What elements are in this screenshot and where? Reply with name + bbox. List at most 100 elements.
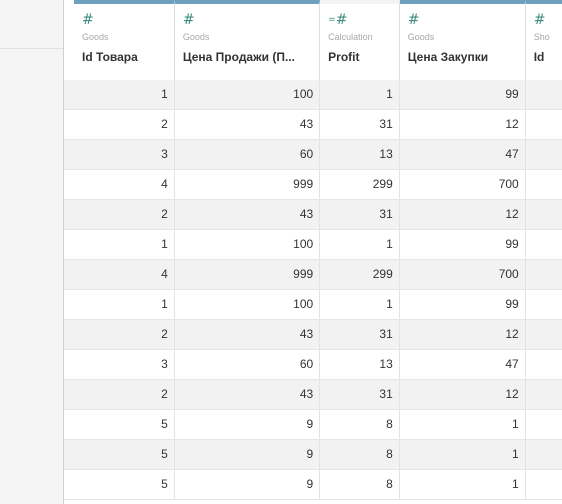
table-row[interactable]: 2 43 31 12	[64, 200, 562, 230]
table-cell[interactable]: 60	[175, 140, 321, 169]
table-cell[interactable]: 3	[74, 140, 175, 169]
table-row[interactable]: 4 999 299 700	[64, 170, 562, 200]
table-cell[interactable]: 999	[175, 170, 321, 199]
column-header-tsena-prodazhi[interactable]: # Goods Цена Продажи (П...	[174, 0, 321, 80]
table-cell[interactable]: 1	[74, 80, 175, 109]
table-cell[interactable]: 47	[400, 350, 526, 379]
table-row[interactable]: 3 60 13 47	[64, 350, 562, 380]
table-cell[interactable]: 2	[74, 110, 175, 139]
table-cell[interactable]: 31	[320, 320, 400, 349]
row-gutter	[64, 230, 74, 259]
table-cell[interactable]: 8	[320, 440, 400, 469]
table-row[interactable]: 4 999 299 700	[64, 260, 562, 290]
table-cell[interactable]: 43	[175, 200, 321, 229]
table-cell[interactable]: 1	[74, 230, 175, 259]
table-cell[interactable]: 12	[400, 110, 526, 139]
table-cell[interactable]: 1	[74, 290, 175, 319]
table-cell[interactable]	[526, 80, 562, 109]
number-type-icon[interactable]: #	[82, 12, 174, 28]
table-row[interactable]: 5981	[64, 470, 562, 500]
table-cell[interactable]	[526, 380, 562, 409]
table-cell[interactable]: 700	[400, 170, 526, 199]
table-cell[interactable]: 2	[74, 200, 175, 229]
table-cell[interactable]	[526, 140, 562, 169]
table-cell[interactable]	[526, 260, 562, 289]
table-cell[interactable]: 299	[320, 170, 400, 199]
column-header-tsena-zakupki[interactable]: # Goods Цена Закупки	[399, 0, 526, 80]
table-cell[interactable]: 43	[175, 110, 321, 139]
table-row[interactable]: 2 43 31 12	[64, 320, 562, 350]
table-cell[interactable]: 2	[74, 380, 175, 409]
table-cell[interactable]: 9	[175, 410, 321, 439]
table-cell[interactable]: 4	[74, 170, 175, 199]
table-cell[interactable]: 1	[400, 410, 526, 439]
table-cell[interactable]: 12	[400, 380, 526, 409]
table-cell[interactable]: 9	[175, 440, 321, 469]
table-cell[interactable]: 99	[400, 290, 526, 319]
table-cell[interactable]: 1	[320, 230, 400, 259]
table-cell[interactable]: 43	[175, 380, 321, 409]
table-cell[interactable]: 47	[400, 140, 526, 169]
table-cell[interactable]: 100	[175, 230, 321, 259]
table-cell[interactable]	[526, 410, 562, 439]
table-cell[interactable]: 5	[74, 410, 175, 439]
table-cell[interactable]	[526, 470, 562, 499]
row-gutter	[64, 440, 74, 469]
table-cell[interactable]	[526, 110, 562, 139]
table-row[interactable]: 5981	[64, 410, 562, 440]
table-cell[interactable]: 99	[400, 80, 526, 109]
table-cell[interactable]: 1	[320, 290, 400, 319]
table-row[interactable]: 2 43 31 12	[64, 110, 562, 140]
table-cell[interactable]: 60	[175, 350, 321, 379]
table-row[interactable]: 1 100 1 99	[64, 80, 562, 110]
table-cell[interactable]	[526, 170, 562, 199]
number-type-icon[interactable]: #	[534, 12, 562, 28]
table-cell[interactable]: 43	[175, 320, 321, 349]
table-row[interactable]: 5981	[64, 440, 562, 470]
column-header-profit[interactable]: =# Calculation Profit	[320, 0, 400, 80]
number-type-icon[interactable]: #	[408, 12, 525, 28]
table-row[interactable]: 1 100 1 99	[64, 230, 562, 260]
table-cell[interactable]: 8	[320, 410, 400, 439]
table-cell[interactable]: 31	[320, 380, 400, 409]
column-header-id[interactable]: # Sho Id	[525, 0, 562, 80]
table-cell[interactable]: 1	[400, 470, 526, 499]
table-cell[interactable]: 8	[320, 470, 400, 499]
table-cell[interactable]: 31	[320, 200, 400, 229]
table-cell[interactable]: 99	[400, 230, 526, 259]
table-cell[interactable]: 12	[400, 320, 526, 349]
column-header-id-tovara[interactable]: # Goods Id Товара	[74, 0, 175, 80]
table-cell[interactable]	[526, 230, 562, 259]
column-name: Цена Продажи (П...	[182, 50, 295, 64]
number-type-icon[interactable]: #	[183, 12, 319, 28]
table-cell[interactable]: 13	[320, 350, 400, 379]
row-gutter	[64, 470, 74, 499]
table-cell[interactable]: 700	[400, 260, 526, 289]
table-cell[interactable]	[526, 200, 562, 229]
row-gutter	[64, 410, 74, 439]
table-row[interactable]: 2 43 31 12	[64, 380, 562, 410]
table-row[interactable]: 1 100 1 99	[64, 290, 562, 320]
table-cell[interactable]	[526, 440, 562, 469]
table-cell[interactable]: 12	[400, 200, 526, 229]
table-cell[interactable]: 999	[175, 260, 321, 289]
table-cell[interactable]: 2	[74, 320, 175, 349]
table-cell[interactable]: 1	[320, 80, 400, 109]
table-cell[interactable]: 5	[74, 470, 175, 499]
table-cell[interactable]: 1	[400, 440, 526, 469]
table-row[interactable]: 3 60 13 47	[64, 140, 562, 170]
table-cell[interactable]: 9	[175, 470, 321, 499]
table-cell[interactable]: 100	[175, 290, 321, 319]
table-cell[interactable]: 3	[74, 350, 175, 379]
table-cell[interactable]	[526, 320, 562, 349]
calculated-number-icon[interactable]: =#	[328, 12, 399, 28]
table-cell[interactable]: 4	[74, 260, 175, 289]
table-cell[interactable]: 100	[175, 80, 321, 109]
table-cell[interactable]: 31	[320, 110, 400, 139]
table-cell[interactable]	[526, 290, 562, 319]
table-cell[interactable]: 299	[320, 260, 400, 289]
column-source: Goods	[82, 32, 109, 42]
table-cell[interactable]: 13	[320, 140, 400, 169]
table-cell[interactable]: 5	[74, 440, 175, 469]
table-cell[interactable]	[526, 350, 562, 379]
